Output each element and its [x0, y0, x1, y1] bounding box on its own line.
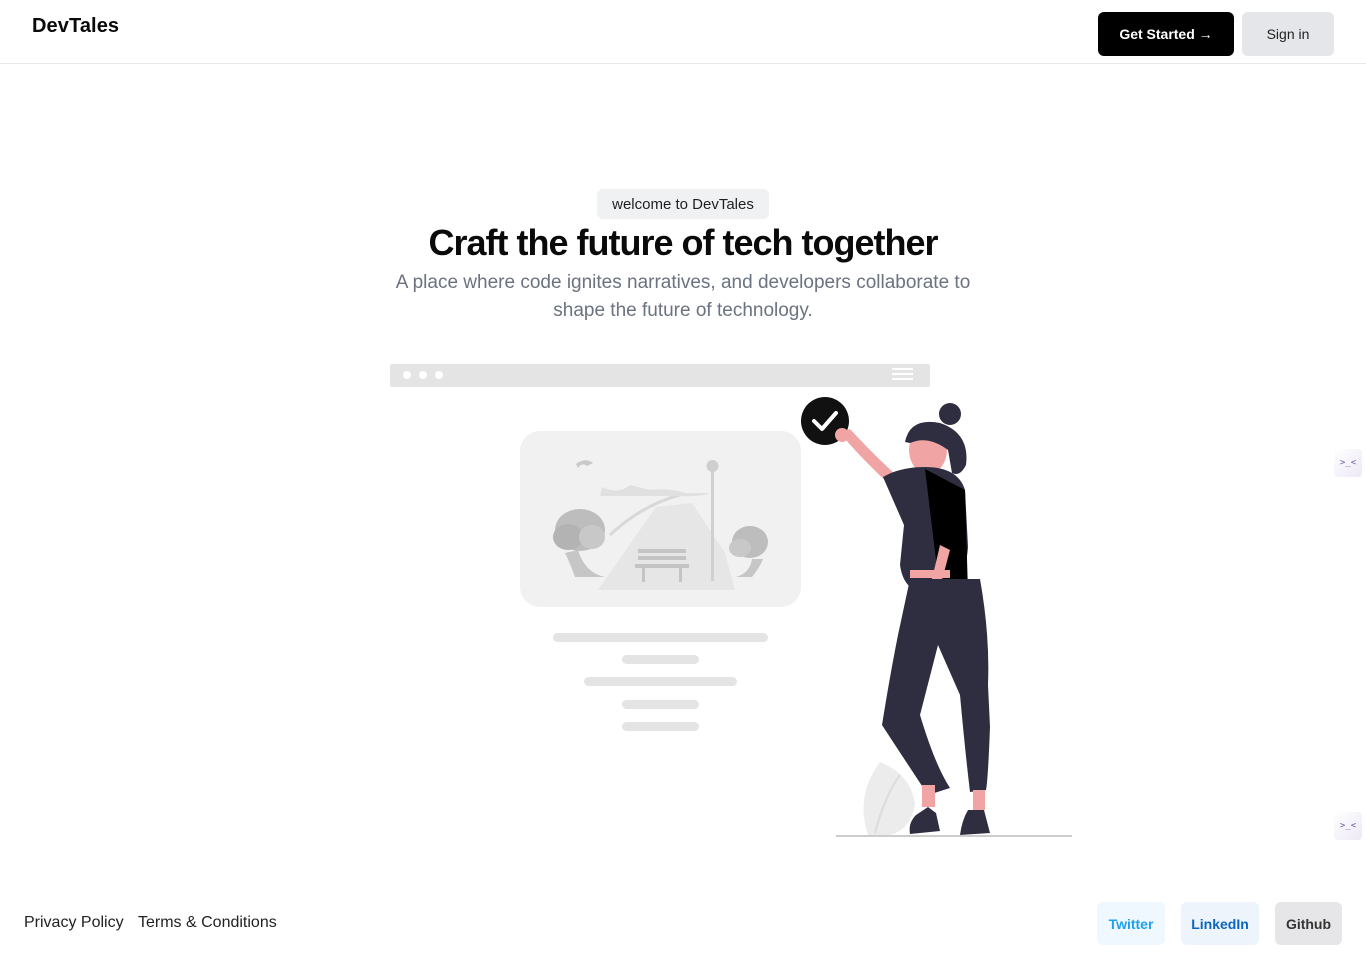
woman-figure-icon [835, 403, 990, 835]
privacy-policy-link[interactable]: Privacy Policy [24, 914, 124, 932]
side-widget-icon[interactable]: >_< [1334, 812, 1362, 840]
side-widget-icon[interactable]: >_< [1334, 449, 1362, 477]
brand-logo[interactable]: DevTales [32, 15, 119, 38]
browser-window-icon [390, 364, 930, 387]
sign-in-button[interactable]: Sign in [1242, 12, 1334, 56]
get-started-button[interactable]: Get Started → [1098, 12, 1234, 56]
hero-illustration [380, 355, 1080, 845]
github-button[interactable]: Github [1275, 902, 1342, 945]
linkedin-button[interactable]: LinkedIn [1181, 902, 1259, 945]
twitter-button[interactable]: Twitter [1097, 902, 1165, 945]
top-navbar: DevTales Get Started → Sign in [0, 0, 1366, 64]
hero-headline: Craft the future of tech together [428, 222, 938, 263]
welcome-badge: welcome to DevTales [597, 189, 769, 219]
hero-subtitle: A place where code ignites narratives, a… [395, 272, 971, 321]
park-scene-icon [520, 431, 801, 607]
terms-conditions-link[interactable]: Terms & Conditions [138, 914, 277, 932]
